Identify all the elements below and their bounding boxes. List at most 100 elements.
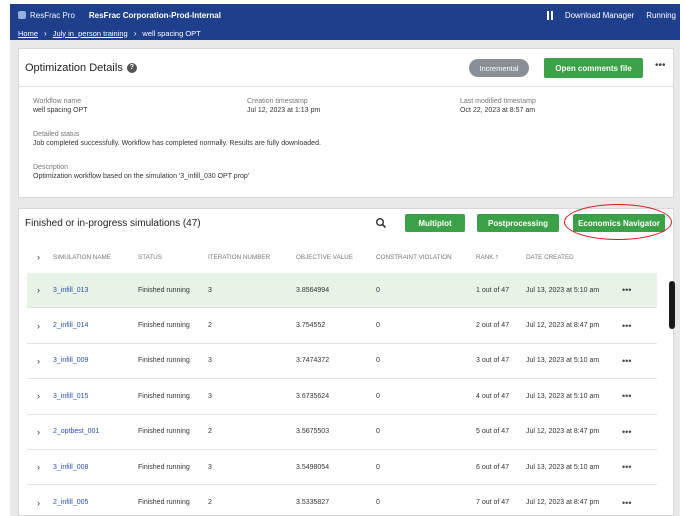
column-header-objective[interactable]: OBJECTIVE VALUE <box>296 254 376 261</box>
modified-value: Oct 22, 2023 at 8:57 am <box>460 107 536 114</box>
column-header-status[interactable]: STATUS <box>138 254 208 261</box>
workflow-name-value: well spacing OPT <box>33 107 88 114</box>
postprocessing-button[interactable]: Postprocessing <box>477 214 559 232</box>
rank-cell: 6 out of 47 <box>476 463 510 471</box>
more-options-icon[interactable]: ••• <box>655 60 666 71</box>
simulation-name-link[interactable]: 3_infill_015 <box>53 393 138 400</box>
simulation-name-link[interactable]: 3_infill_008 <box>53 464 138 471</box>
detailed-status-label: Detailed status <box>33 131 80 138</box>
objective-cell: 3.6735624 <box>296 392 330 400</box>
breadcrumb-home[interactable]: Home <box>18 29 38 38</box>
expand-row-icon[interactable]: › <box>27 427 53 437</box>
date-cell: Jul 13, 2023 at 5:10 am <box>526 357 600 365</box>
iteration-cell: 3 <box>208 286 212 294</box>
status-cell: Finished running <box>138 357 190 365</box>
detailed-status-field: Detailed status Job completed successful… <box>33 130 321 148</box>
column-header-date[interactable]: DATE CREATED <box>526 254 622 261</box>
sort-arrow-up-icon: ↑ <box>495 253 499 261</box>
date-cell: Jul 13, 2023 at 5:10 am <box>526 286 600 294</box>
table-row[interactable]: › 2_infill_005 Finished running 2 3.5335… <box>27 485 657 516</box>
expand-row-icon[interactable]: › <box>27 391 53 401</box>
table-row[interactable]: › 2_infill_014 Finished running 2 3.7545… <box>27 308 657 344</box>
optimization-details-card: Optimization Details ? Incremental Open … <box>18 48 674 198</box>
app-name: ResFrac Pro <box>30 10 75 20</box>
breadcrumb-current: well spacing OPT <box>142 28 201 38</box>
details-title: Optimization Details <box>25 61 123 74</box>
iteration-cell: 3 <box>208 463 212 471</box>
scrollbar-thumb[interactable] <box>669 281 675 329</box>
column-header-name[interactable]: SIMULATION NAME <box>53 254 138 261</box>
app-logo[interactable]: ResFrac Pro <box>10 11 75 20</box>
description-field: Description Optimization workflow based … <box>33 163 249 181</box>
open-comments-button[interactable]: Open comments file <box>544 58 643 78</box>
status-badge: Incremental <box>469 59 529 77</box>
row-more-icon[interactable]: ••• <box>622 321 642 331</box>
simulation-name-link[interactable]: 3_infill_013 <box>53 287 138 294</box>
row-more-icon[interactable]: ••• <box>622 356 642 366</box>
rank-header-label: RANK <box>476 253 494 261</box>
row-more-icon[interactable]: ••• <box>622 427 642 437</box>
iteration-cell: 2 <box>208 428 212 436</box>
column-header-iteration[interactable]: ITERATION NUMBER <box>208 254 296 261</box>
top-bar: ResFrac Pro ResFrac Corporation-Prod-Int… <box>10 4 680 26</box>
rank-cell: 5 out of 47 <box>476 428 510 436</box>
expand-row-icon[interactable]: › <box>27 498 53 508</box>
objective-cell: 3.8564994 <box>296 286 330 294</box>
chevron-right-icon: › <box>44 28 47 38</box>
table-row[interactable]: › 3_infill_013 Finished running 3 3.8564… <box>27 273 657 309</box>
table-row[interactable]: › 3_infill_015 Finished running 3 3.6735… <box>27 379 657 415</box>
table-row[interactable]: › 3_infill_008 Finished running 3 3.5498… <box>27 450 657 486</box>
org-name: ResFrac Corporation-Prod-Internal <box>88 10 221 20</box>
iteration-cell: 3 <box>208 392 212 400</box>
creation-field: Creation timestamp Jul 12, 2023 at 1:13 … <box>247 97 320 115</box>
expand-row-icon[interactable]: › <box>27 356 53 366</box>
date-cell: Jul 13, 2023 at 5:10 am <box>526 392 600 400</box>
row-more-icon[interactable]: ••• <box>622 462 642 472</box>
expand-row-icon[interactable]: › <box>27 321 53 331</box>
multiplot-button[interactable]: Multiplot <box>405 214 465 232</box>
simulation-name-link[interactable]: 2_optbest_001 <box>53 428 138 435</box>
row-more-icon[interactable]: ••• <box>622 498 642 508</box>
table-row[interactable]: › 2_optbest_001 Finished running 2 3.567… <box>27 415 657 450</box>
running-link[interactable]: Running <box>646 11 676 20</box>
violation-cell: 0 <box>376 286 380 294</box>
objective-cell: 3.5335827 <box>296 499 330 507</box>
violation-cell: 0 <box>376 463 380 471</box>
page-body: Optimization Details ? Incremental Open … <box>10 40 680 516</box>
expand-all-icon[interactable]: › <box>27 252 53 262</box>
violation-cell: 0 <box>376 428 380 436</box>
chevron-right-icon: › <box>133 28 137 38</box>
breadcrumb: Home › July in_person training › well sp… <box>10 26 680 40</box>
help-icon[interactable]: ? <box>126 62 137 73</box>
column-header-rank[interactable]: RANK ↑ <box>476 254 526 261</box>
pause-icon[interactable] <box>546 10 553 20</box>
status-cell: Finished running <box>138 392 190 400</box>
expand-row-icon[interactable]: › <box>27 462 53 472</box>
download-manager-link[interactable]: Download Manager <box>565 11 634 20</box>
simulation-name-link[interactable]: 2_infill_014 <box>53 322 138 329</box>
column-header-violation[interactable]: CONSTRAINT VIOLATION <box>376 254 476 261</box>
expand-row-icon[interactable]: › <box>27 285 53 295</box>
table-row[interactable]: › 3_infill_009 Finished running 3 3.7474… <box>27 344 657 380</box>
objective-cell: 3.754552 <box>296 322 326 330</box>
logo-icon <box>18 11 26 19</box>
breadcrumb-folder[interactable]: July in_person training <box>53 29 128 38</box>
simulations-card: Finished or in-progress simulations (47)… <box>18 204 675 516</box>
date-cell: Jul 12, 2023 at 8:47 pm <box>526 322 600 330</box>
row-more-icon[interactable]: ••• <box>622 285 642 295</box>
simulations-title: Finished or in-progress simulations (47) <box>25 218 201 229</box>
search-icon[interactable] <box>375 217 387 229</box>
violation-cell: 0 <box>376 392 380 400</box>
status-cell: Finished running <box>138 428 190 436</box>
rank-cell: 1 out of 47 <box>476 286 510 294</box>
annotation-circle <box>564 204 672 240</box>
iteration-cell: 2 <box>208 499 212 507</box>
date-cell: Jul 12, 2023 at 8:47 pm <box>526 428 600 436</box>
simulation-name-link[interactable]: 3_infill_009 <box>53 357 138 364</box>
simulations-table: › 3_infill_013 Finished running 3 3.8564… <box>27 273 657 516</box>
simulation-name-link[interactable]: 2_infill_005 <box>53 499 138 506</box>
objective-cell: 3.5498054 <box>296 463 330 471</box>
row-more-icon[interactable]: ••• <box>622 391 642 401</box>
violation-cell: 0 <box>376 499 380 507</box>
violation-cell: 0 <box>376 322 380 330</box>
